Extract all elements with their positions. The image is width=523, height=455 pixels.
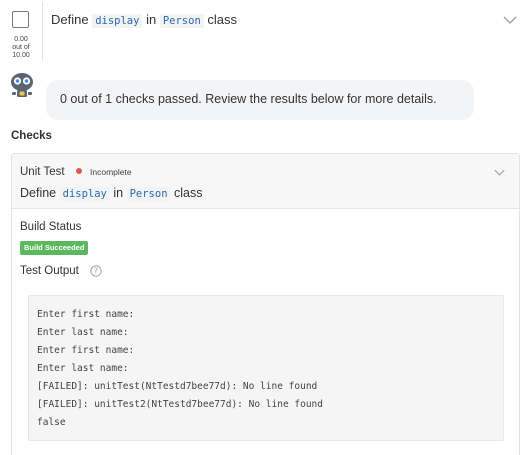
test-output-box: Enter first name: Enter last name: Enter…: [28, 295, 504, 441]
output-line: [FAILED]: unitTest(NtTestd7bee77d): No l…: [37, 381, 318, 392]
task-header: 0.00 out of 10.00 Define display in Pers…: [0, 0, 523, 64]
task-expand-chevron-down-icon[interactable]: [503, 16, 517, 24]
checks-heading: Checks: [11, 130, 52, 142]
task-title-prefix: Define: [51, 12, 89, 27]
output-line: Enter last name:: [37, 327, 129, 338]
task-score: 0.00 out of 10.00: [4, 36, 38, 60]
test-output-label: Test Output: [20, 265, 79, 277]
help-circle-icon[interactable]: ?: [90, 265, 102, 277]
task-complete-checkbox[interactable]: [12, 11, 29, 28]
output-line: [FAILED]: unitTest2(NtTestd7bee77d): No …: [37, 399, 323, 410]
header-divider: [42, 2, 43, 60]
unit-test-title: Unit Test: [20, 166, 65, 178]
build-status-badge: Build Succeeded: [20, 241, 89, 255]
build-status-label: Build Status: [20, 221, 82, 233]
desc-code-person: Person: [126, 187, 171, 201]
unit-test-card: Unit Test Incomplete Define display in P…: [11, 153, 520, 455]
desc-code-display: display: [59, 187, 110, 201]
desc-suffix: class: [174, 186, 203, 200]
robot-assistant-icon: [11, 73, 33, 97]
desc-prefix: Define: [20, 186, 57, 200]
status-dot-icon: [76, 168, 82, 174]
task-title: Define display in Person class: [51, 12, 238, 28]
task-title-suffix: class: [207, 12, 238, 27]
score-value: 0.00: [14, 36, 28, 43]
unit-test-chevron-down-icon[interactable]: [494, 169, 505, 176]
score-max: 10.00: [12, 52, 30, 59]
svg-text:?: ?: [94, 267, 98, 276]
score-out-of: out of: [12, 44, 30, 51]
output-line: Enter first name:: [37, 345, 135, 356]
unit-test-description: Define display in Person class: [20, 186, 203, 201]
task-title-middle: in: [146, 12, 157, 27]
feedback-message: 0 out of 1 checks passed. Review the res…: [60, 92, 437, 106]
task-title-code-person: Person: [159, 14, 204, 28]
unit-test-card-header[interactable]: Unit Test Incomplete Define display in P…: [12, 154, 519, 209]
feedback-bubble: 0 out of 1 checks passed. Review the res…: [46, 80, 474, 120]
output-line: false: [37, 417, 66, 428]
output-line: Enter first name:: [37, 309, 135, 320]
desc-middle: in: [113, 186, 124, 200]
output-line: Enter last name:: [37, 363, 129, 374]
unit-test-status: Incomplete: [90, 167, 132, 177]
task-title-code-display: display: [92, 14, 143, 28]
